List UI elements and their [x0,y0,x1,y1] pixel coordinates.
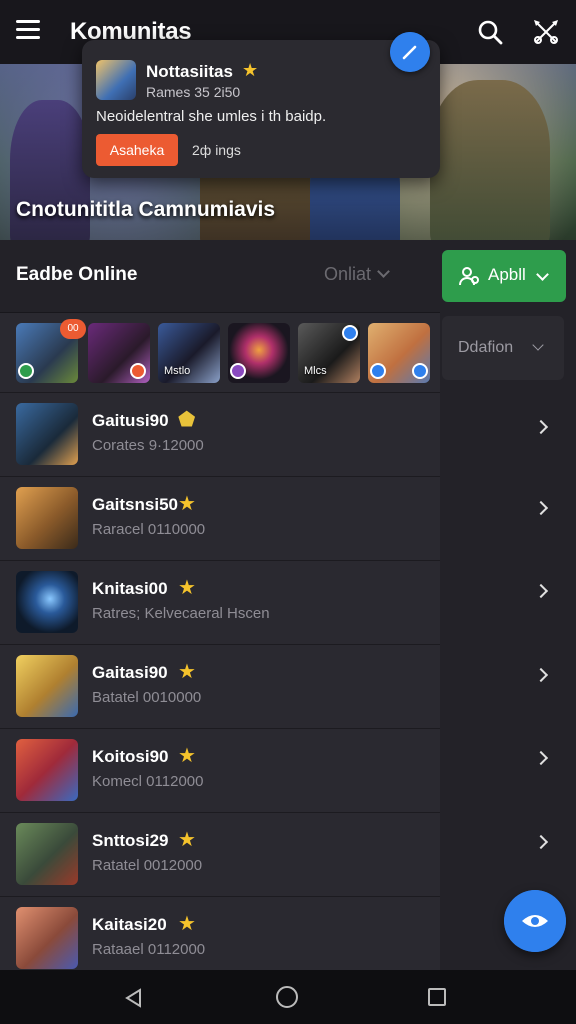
edit-icon[interactable] [390,32,430,72]
notification-subtitle: Rames 35 2i50 [146,84,241,100]
member-name: Koitosi90 [92,747,169,766]
status-icon [412,363,428,379]
notification-action-button[interactable]: Asaheka [96,134,178,166]
back-icon[interactable] [124,988,144,1008]
avatar [16,823,78,885]
list-item[interactable]: Gaitusi90 ⬟ Corates 9·12000 [0,392,440,476]
member-name: Gaitusi90 [92,411,169,430]
chevron-down-icon [532,339,544,351]
avatar [16,739,78,801]
member-status: Ratres; Kelvecaeral Hscen [92,605,270,622]
star-icon: ★ [178,745,196,767]
status-icon [342,325,358,341]
side-panel-background [440,380,576,970]
hero-title: Cnotunititla Camnumiavis [16,198,276,221]
hero-figure-soldier [430,80,550,240]
member-name: Gaitsnsi50 [92,495,178,514]
star-icon: ★ [178,493,196,515]
donation-label: Ddafion [458,339,514,356]
member-status: Rataael 0112000 [92,941,206,958]
notification-card[interactable]: Nottasiitas ★ Rames 35 2i50 Neoidelentra… [82,32,440,178]
list-item[interactable]: Kaitasi20 ★ Rataael 0112000 [0,896,440,980]
shield-icon: ⬟ [178,409,196,431]
avatar[interactable]: Mstlo [158,323,220,383]
list-item[interactable]: Knitasi00 ★ Ratres; Kelvecaeral Hscen [0,560,440,644]
member-name: Gaitasi90 [92,663,168,682]
avatar[interactable] [228,323,290,383]
home-icon[interactable] [276,986,298,1008]
avatar-caption: Mlcs [304,365,327,377]
notification-meta: 2ф ings [192,142,241,158]
user-add-icon [459,267,479,286]
notification-avatar [96,60,136,100]
avatar [16,403,78,465]
status-icon [130,363,146,379]
donation-dropdown[interactable]: Ddafion [442,316,564,380]
section-header: Eadbe Online Onliat [0,240,440,312]
status-icon [230,363,246,379]
online-avatar-strip: 00 Mstlo Mlcs [0,312,440,392]
notification-title: Nottasiitas [146,62,233,81]
avatar[interactable] [88,323,150,383]
member-status: Komecl 0112000 [92,773,204,790]
member-name: Snttosi29 [92,831,169,850]
star-icon: ★ [178,913,196,935]
member-status: Raracel 0110000 [92,521,206,538]
apply-button-label: Apbll [488,265,526,284]
list-item[interactable]: Koitosi90 ★ Komecl 0112000 [0,728,440,812]
list-item[interactable]: Gaitsnsi50 ★ Raracel 0110000 [0,476,440,560]
eye-icon[interactable] [504,890,566,952]
star-icon: ★ [178,661,196,683]
star-icon: ★ [178,829,196,851]
avatar [16,907,78,969]
member-name: Kaitasi20 [92,915,167,934]
avatar [16,487,78,549]
app-root: Cnotunititla Camnumiavis Komunitas Notta… [0,0,576,1024]
list-item[interactable]: Snttosi29 ★ Ratatel 0012000 [0,812,440,896]
status-icon [370,363,386,379]
member-list: Gaitusi90 ⬟ Corates 9·12000 Gaitsnsi50 ★… [0,392,440,970]
member-status: Ratatel 0012000 [92,857,203,874]
avatar-caption: Mstlo [164,365,191,377]
menu-icon[interactable] [16,20,40,40]
avatar [16,655,78,717]
apply-button[interactable]: Apbll [442,250,566,302]
avatar[interactable]: Mlcs [298,323,360,383]
avatar [16,571,78,633]
recent-apps-icon[interactable] [428,988,446,1006]
notification-message: Neoidelentral she umles i th baidp. [96,108,327,125]
online-status-icon [18,363,34,379]
tools-icon[interactable] [530,16,562,48]
member-status: Batatel 0010000 [92,689,202,706]
member-status: Corates 9·12000 [92,437,204,454]
list-item[interactable]: Gaitasi90 ★ Batatel 0010000 [0,644,440,728]
system-nav-bar [0,970,576,1024]
star-icon: ★ [178,577,196,599]
chevron-down-icon [536,268,549,281]
section-title: Eadbe Online [16,264,138,285]
search-icon[interactable] [476,18,504,46]
star-icon: ★ [242,60,259,80]
member-name: Knitasi00 [92,579,168,598]
online-filter-dropdown[interactable]: Onliat [324,264,390,285]
online-filter-label: Onliat [324,264,372,284]
notification-badge: 00 [60,319,86,339]
chevron-down-icon [377,265,390,278]
avatar[interactable] [368,323,430,383]
